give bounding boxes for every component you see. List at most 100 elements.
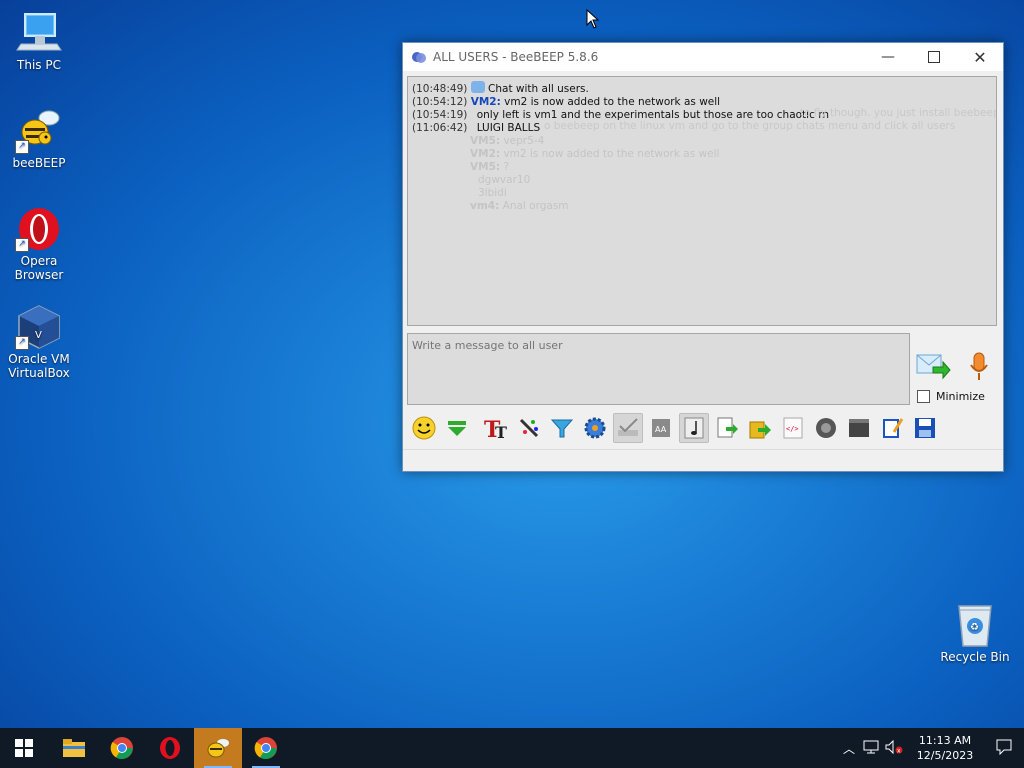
maximize-icon <box>928 51 940 63</box>
desktop-icon-this-pc[interactable]: This PC <box>4 10 74 72</box>
taskbar-file-explorer[interactable] <box>50 728 98 768</box>
message-text: dgwvar10 <box>478 174 531 186</box>
close-window-button[interactable]: ✕ <box>957 43 1003 71</box>
ghost-message: VM2: vm2 is now added to the network as … <box>470 148 992 161</box>
desktop-icon-virtualbox[interactable]: V ↗ Oracle VM VirtualBox <box>4 304 74 380</box>
ghost-message: VM5: ? <box>470 161 992 174</box>
virtualbox-icon: V ↗ <box>15 304 63 350</box>
message-text: vm2 is now added to the network as well <box>503 148 720 160</box>
message-user: VM2: <box>470 148 501 160</box>
spell-check-icon <box>618 418 638 436</box>
desktop-icon-recycle-bin[interactable]: ♻ Recycle Bin <box>940 602 1010 664</box>
ghost-message: dgwvar10 <box>478 174 992 187</box>
share-folder-button[interactable] <box>745 413 775 443</box>
font-icon: TT <box>484 417 507 440</box>
settings-button[interactable] <box>580 413 610 443</box>
floppy-disk-icon <box>915 418 935 438</box>
computer-icon <box>15 10 63 56</box>
window-title: ALL USERS - BeeBEEP 5.8.6 <box>433 50 599 64</box>
send-icon <box>916 354 951 380</box>
gear-icon <box>584 417 606 439</box>
html-button[interactable]: </> <box>778 413 808 443</box>
send-file-button[interactable] <box>712 413 742 443</box>
beebeep-window: ALL USERS - BeeBEEP 5.8.6 — ✕ (10:48:49)… <box>402 42 1004 472</box>
send-button[interactable] <box>915 351 951 381</box>
message-time: (11:06:42) <box>412 122 468 134</box>
start-button[interactable] <box>0 728 48 768</box>
system-tray: ︿ x 11:13 AM 12/5/2023 <box>838 728 1024 768</box>
taskbar-chrome[interactable] <box>98 728 146 768</box>
window-titlebar[interactable]: ALL USERS - BeeBEEP 5.8.6 — ✕ <box>403 43 1003 71</box>
maximize-window-button[interactable] <box>911 43 957 71</box>
svg-text:T: T <box>495 423 507 440</box>
message-text: ? <box>503 161 510 173</box>
minimize-icon: — <box>881 49 895 65</box>
taskbar-opera[interactable] <box>146 728 194 768</box>
filter-icon <box>550 419 574 438</box>
bee-icon <box>207 739 229 758</box>
speaker-muted-icon: x <box>885 739 903 754</box>
chevron-up-icon: ︿ <box>842 741 855 756</box>
chat-history[interactable]: (10:48:49) Chat with all users. (10:54:1… <box>407 76 997 326</box>
windows-logo-icon <box>15 739 33 757</box>
message-user: VM5: <box>470 135 501 147</box>
taskbar-beebeep[interactable] <box>194 728 242 768</box>
save-button[interactable] <box>910 413 940 443</box>
microphone-icon <box>970 352 988 380</box>
ghost-message: vm4: Anal orgasm <box>470 200 992 213</box>
dictionary-button[interactable]: AA <box>646 413 676 443</box>
message-user: VM5: <box>470 161 501 173</box>
minimize-checkbox[interactable]: Minimize <box>917 390 985 403</box>
green-arrow-down-icon <box>448 421 466 436</box>
font-button[interactable]: TT <box>481 413 511 443</box>
action-center-button[interactable] <box>984 739 1024 758</box>
volume-button[interactable]: x <box>882 739 906 757</box>
show-hidden-icons-button[interactable]: ︿ <box>838 740 860 757</box>
shortcut-arrow-icon: ↗ <box>15 140 29 154</box>
expand-button[interactable] <box>442 413 472 443</box>
network-icon <box>863 740 879 753</box>
svg-text:</>: </> <box>786 425 799 433</box>
chrome-icon <box>254 737 277 759</box>
taskbar-chrome-2[interactable] <box>242 728 290 768</box>
taskbar: ︿ x 11:13 AM 12/5/2023 <box>0 728 1024 768</box>
network-button[interactable] <box>860 740 882 757</box>
message-user: VM2: <box>470 96 501 108</box>
spell-check-button[interactable] <box>613 413 643 443</box>
emoticons-button[interactable] <box>409 413 439 443</box>
terminal-button[interactable] <box>844 413 874 443</box>
beebeep-app-icon <box>411 49 427 65</box>
sound-button[interactable] <box>679 413 709 443</box>
music-note-icon <box>684 417 704 439</box>
shortcut-arrow-icon: ↗ <box>15 336 29 350</box>
notes-button[interactable] <box>877 413 907 443</box>
filter-button[interactable] <box>547 413 577 443</box>
color-pen-icon <box>519 418 539 438</box>
terminal-icon <box>849 419 869 437</box>
bee-icon: ↗ <box>15 108 63 154</box>
message-user: vm4: <box>470 200 500 212</box>
minimize-window-button[interactable]: — <box>865 43 911 71</box>
svg-text:♻: ♻ <box>970 622 979 633</box>
desktop-icon-label: This PC <box>17 58 61 72</box>
desktop-icon-label: Opera Browser <box>14 254 64 282</box>
close-icon: ✕ <box>973 47 987 67</box>
desktop-icon-beebeep[interactable]: ↗ beeBEEP <box>4 108 74 170</box>
desktop-icon-opera[interactable]: ↗ Opera Browser <box>4 206 74 282</box>
message-time: (10:54:12) <box>412 96 468 108</box>
message-input[interactable] <box>407 333 910 405</box>
font-color-button[interactable] <box>514 413 544 443</box>
folder-arrow-icon <box>749 421 771 439</box>
svg-text:x: x <box>897 747 901 754</box>
folder-icon <box>63 739 85 757</box>
ghost-text: to fly though. you just install beebeep <box>800 107 997 119</box>
checkbox-box[interactable] <box>917 390 930 403</box>
voice-message-button[interactable] <box>968 351 990 383</box>
screenshot-button[interactable] <box>811 413 841 443</box>
camera-icon <box>816 418 836 438</box>
svg-text:AA: AA <box>655 425 667 434</box>
taskbar-clock[interactable]: 11:13 AM 12/5/2023 <box>906 733 984 763</box>
message-text: Anal orgasm <box>502 200 569 212</box>
desktop-icon-label: beeBEEP <box>12 156 66 170</box>
book-icon: AA <box>652 419 670 437</box>
